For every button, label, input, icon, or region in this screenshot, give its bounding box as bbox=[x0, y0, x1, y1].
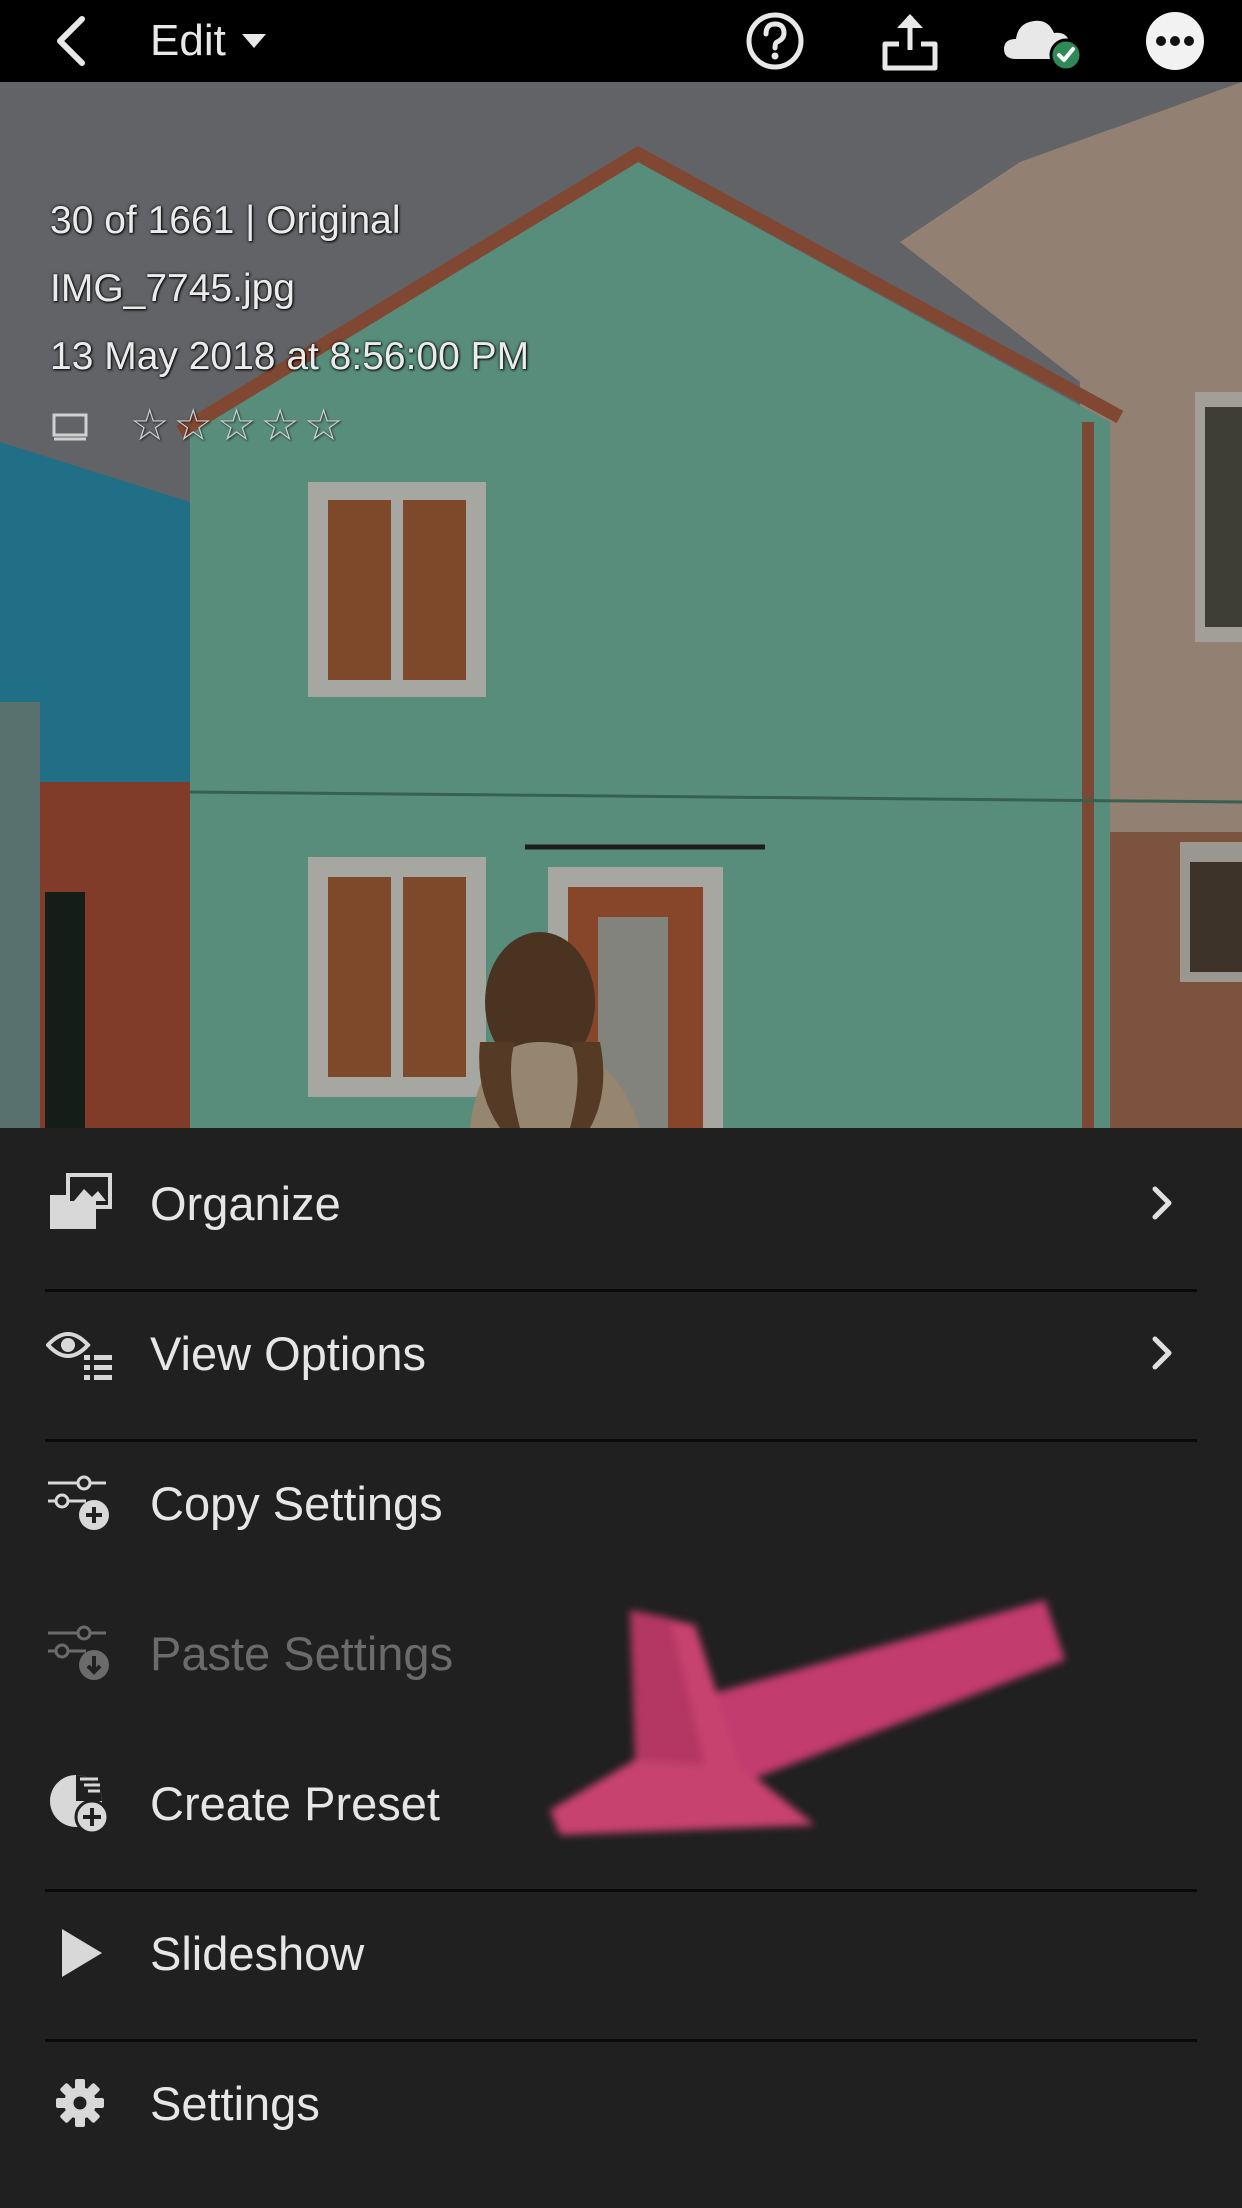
more-options-button[interactable] bbox=[1140, 0, 1210, 82]
context-menu: Organize View Options Copy Settings Past… bbox=[0, 1128, 1242, 2208]
cloud-synced-icon bbox=[1004, 20, 1083, 71]
menu-item-view-options[interactable]: View Options bbox=[45, 1278, 1197, 1428]
chevron-left-icon bbox=[57, 16, 85, 66]
help-icon bbox=[746, 12, 804, 70]
star-icon[interactable]: ☆ bbox=[304, 404, 343, 448]
menu-label: Copy Settings bbox=[150, 1476, 443, 1530]
share-button[interactable] bbox=[875, 0, 945, 82]
star-icon[interactable]: ☆ bbox=[130, 404, 169, 448]
folder-images-icon bbox=[45, 1168, 115, 1238]
gear-icon bbox=[45, 2068, 115, 2138]
menu-label: Create Preset bbox=[150, 1776, 440, 1830]
caret-down-icon bbox=[241, 34, 266, 48]
menu-item-copy-settings[interactable]: Copy Settings bbox=[45, 1428, 1197, 1578]
photo-datetime: 13 May 2018 at 8:56:00 PM bbox=[50, 335, 530, 378]
photo-preview[interactable]: 30 of 1661 | Original IMG_7745.jpg 13 Ma… bbox=[0, 82, 1242, 1128]
menu-item-settings[interactable]: Settings bbox=[45, 2028, 1197, 2178]
photo-info-overlay: 30 of 1661 | Original IMG_7745.jpg 13 Ma… bbox=[50, 187, 529, 461]
menu-label: View Options bbox=[150, 1326, 427, 1380]
menu-label: Slideshow bbox=[150, 1926, 365, 1980]
menu-item-create-preset[interactable]: Create Preset bbox=[45, 1728, 1197, 1878]
eye-list-icon bbox=[45, 1318, 115, 1388]
star-icon[interactable]: ☆ bbox=[173, 404, 212, 448]
star-icon[interactable]: ☆ bbox=[217, 404, 256, 448]
more-icon bbox=[1146, 12, 1204, 70]
star-rating[interactable]: ☆ ☆ ☆ ☆ ☆ bbox=[130, 404, 343, 448]
menu-item-slideshow[interactable]: Slideshow bbox=[45, 1878, 1197, 2028]
chevron-right-icon bbox=[1142, 1173, 1182, 1233]
edit-label: Edit bbox=[150, 16, 226, 65]
menu-label: Settings bbox=[150, 2076, 320, 2130]
menu-item-organize[interactable]: Organize bbox=[45, 1128, 1197, 1278]
sliders-plus-icon bbox=[45, 1468, 115, 1538]
cloud-sync-status[interactable] bbox=[1000, 0, 1090, 82]
preset-plus-icon bbox=[45, 1768, 115, 1838]
back-button[interactable] bbox=[40, 0, 100, 82]
top-bar: Edit bbox=[0, 0, 1242, 82]
edit-mode-dropdown[interactable]: Edit bbox=[150, 0, 300, 82]
flag-icon[interactable] bbox=[50, 411, 90, 441]
menu-label: Paste Settings bbox=[150, 1626, 454, 1680]
photo-counter: 30 of 1661 | Original bbox=[50, 199, 401, 242]
sliders-download-icon bbox=[45, 1618, 115, 1688]
play-icon bbox=[45, 1918, 115, 1988]
star-icon[interactable]: ☆ bbox=[260, 404, 299, 448]
photo-filename: IMG_7745.jpg bbox=[50, 267, 295, 310]
menu-item-paste-settings: Paste Settings bbox=[45, 1578, 1197, 1728]
menu-label: Organize bbox=[150, 1176, 341, 1230]
help-button[interactable] bbox=[740, 0, 810, 82]
share-icon bbox=[882, 14, 938, 71]
chevron-right-icon bbox=[1142, 1323, 1182, 1383]
